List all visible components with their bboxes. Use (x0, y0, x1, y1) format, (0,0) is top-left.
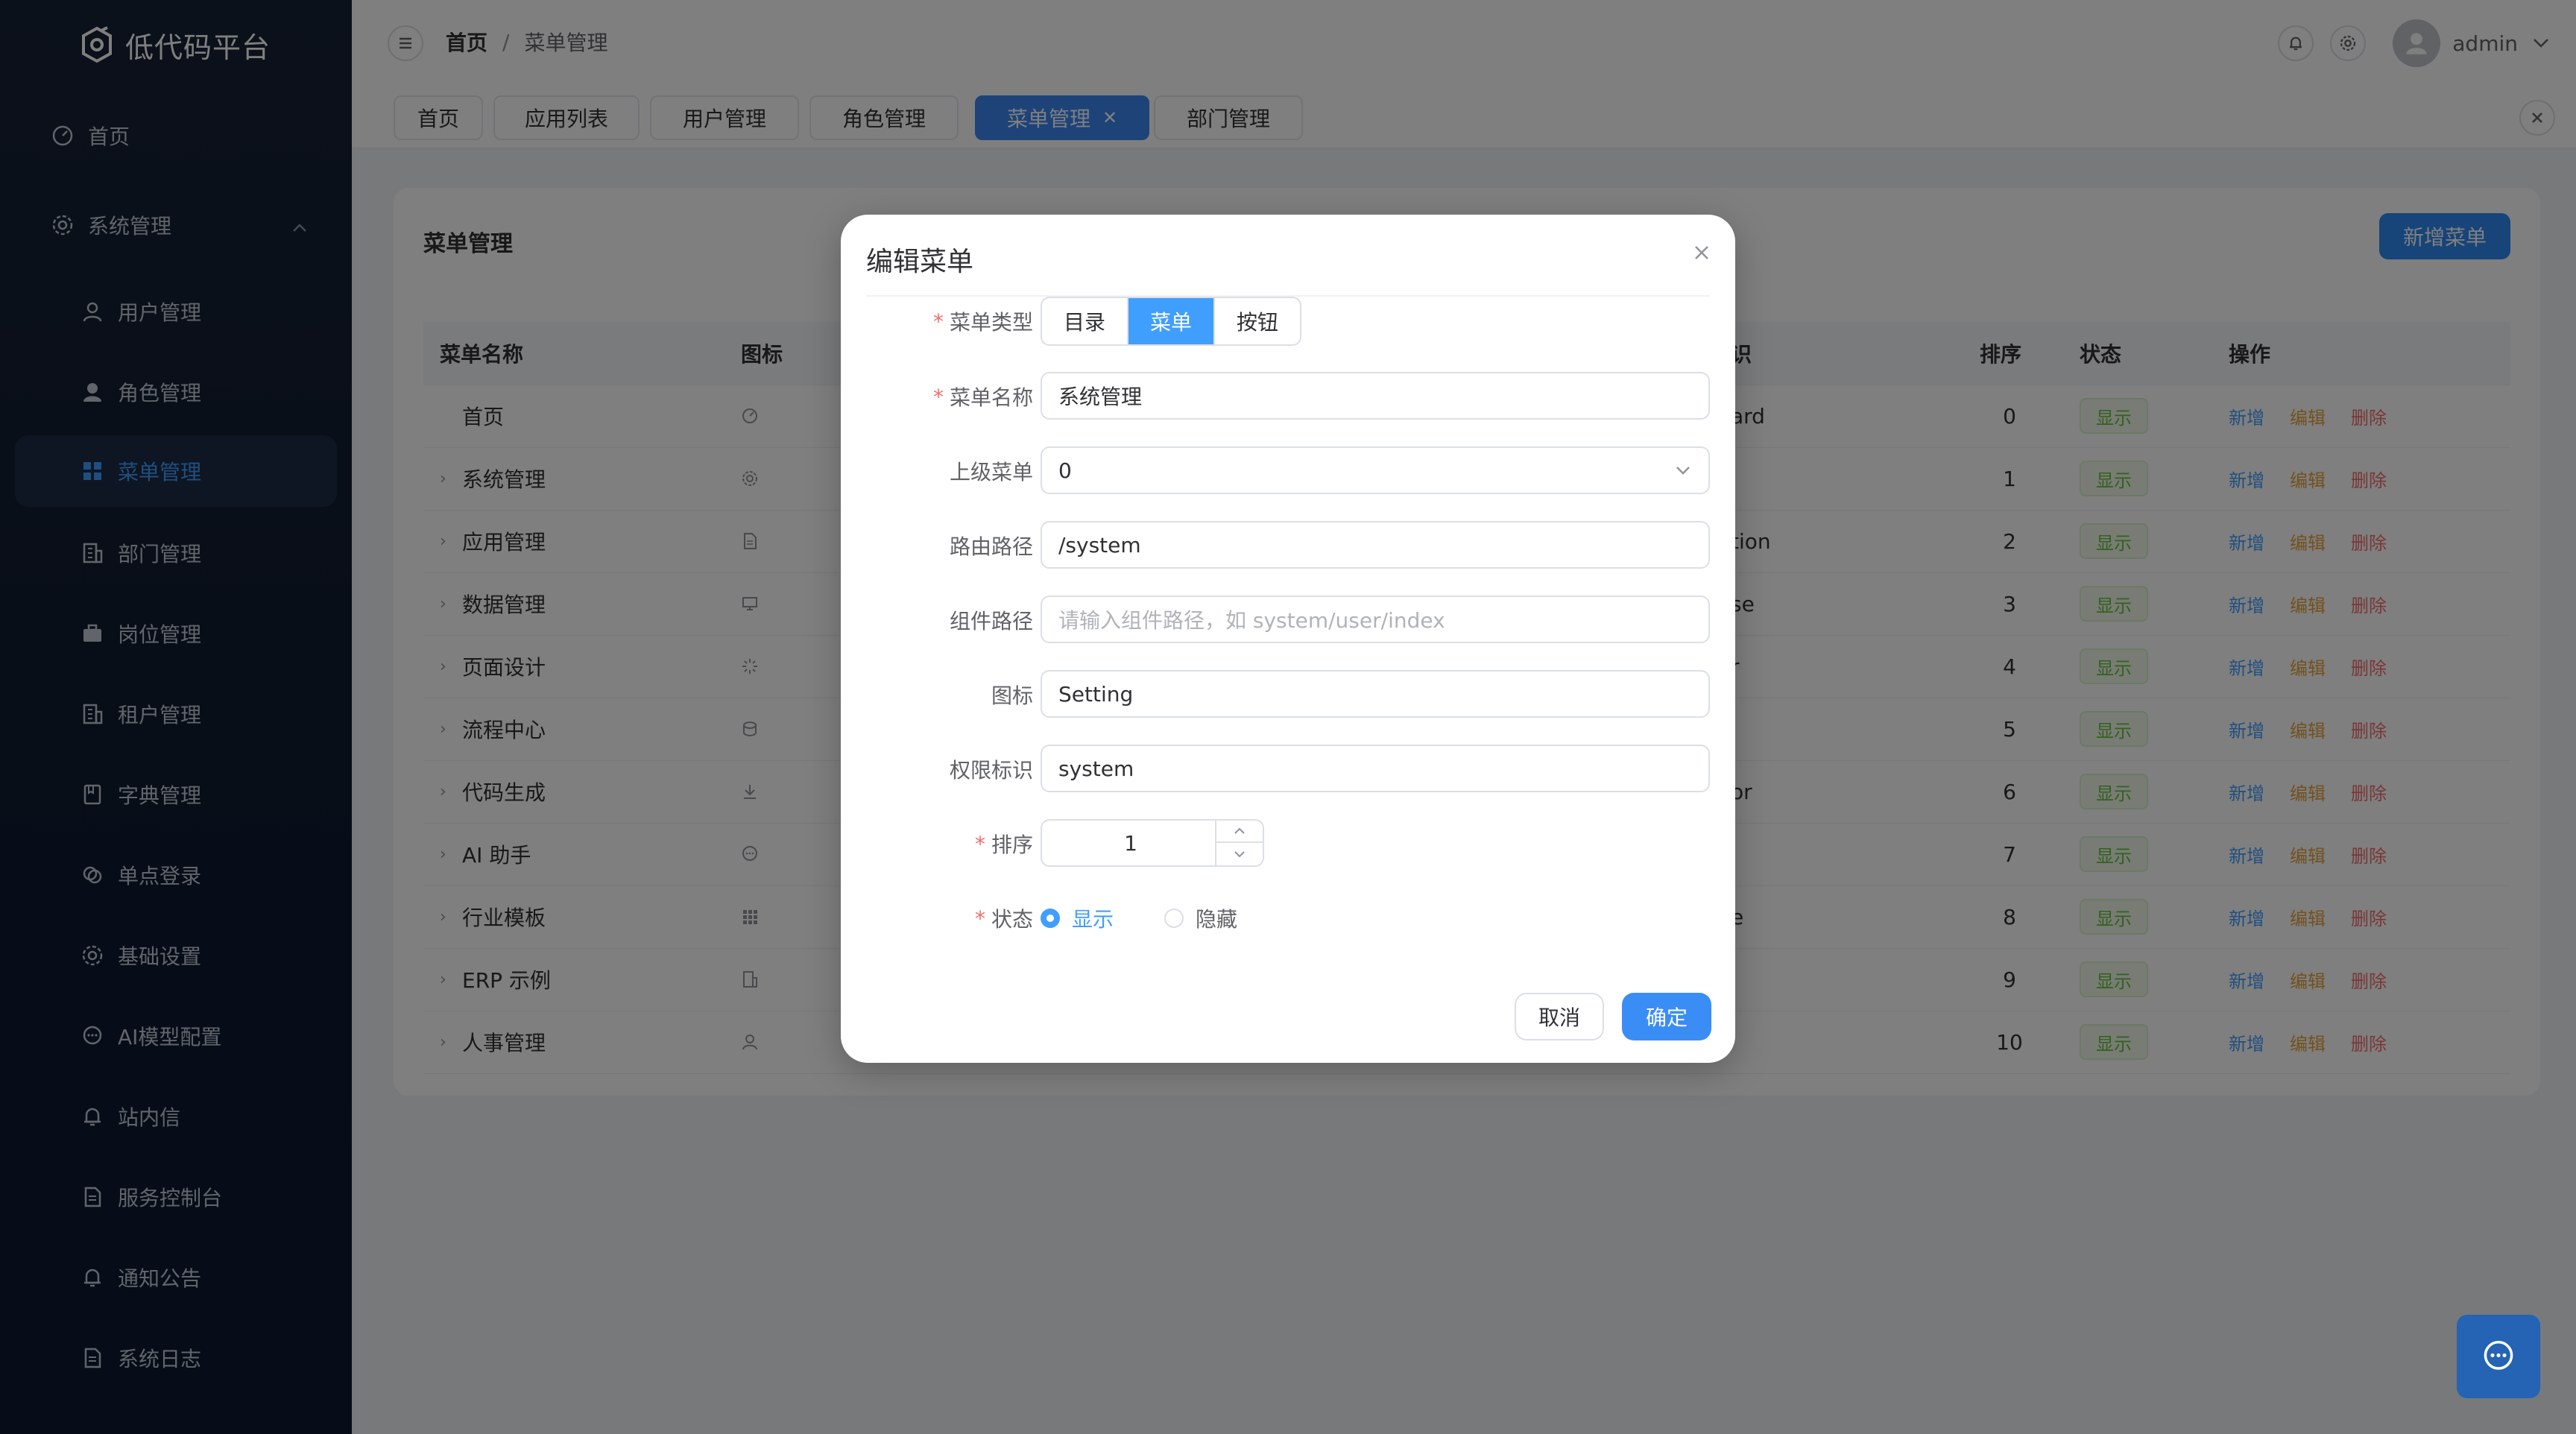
field-label-text: 菜单名称 (949, 385, 1033, 410)
field-menu-type: * 菜单类型 目录 菜单 按钮 (866, 297, 1710, 346)
field-label: 路由路径 (866, 521, 1033, 570)
chevron-down-icon (1234, 851, 1245, 858)
status-radio-hide[interactable]: 隐藏 (1164, 894, 1237, 943)
confirm-button[interactable]: 确定 (1622, 993, 1711, 1040)
dialog-close-button[interactable] (1693, 237, 1710, 268)
menu-type-option-button[interactable]: 按钮 (1215, 298, 1300, 344)
field-icon: 图标 Setting (866, 670, 1710, 719)
field-label-text: 图标 (991, 683, 1033, 708)
field-label: 权限标识 (866, 745, 1033, 794)
chat-assistant-button[interactable] (2457, 1315, 2540, 1398)
field-label-text: 权限标识 (949, 758, 1033, 783)
field-label-text: 上级菜单 (949, 460, 1033, 484)
field-component-path: 组件路径 请输入组件路径，如 system/user/index (866, 596, 1710, 645)
increment-button[interactable] (1216, 821, 1263, 843)
menu-type-segmented: 目录 菜单 按钮 (1041, 297, 1301, 346)
required-mark: * (974, 906, 985, 931)
radio-label: 隐藏 (1196, 907, 1238, 932)
field-status: * 状态 显示 隐藏 (866, 894, 1710, 943)
chevron-up-icon (1234, 827, 1245, 834)
radio-dot (1164, 909, 1184, 928)
field-label-text: 组件路径 (949, 609, 1033, 634)
field-label: 组件路径 (866, 596, 1033, 645)
edit-menu-dialog: 编辑菜单 * 菜单类型 目录 菜单 按钮 * 菜单名称 系统管理 上级菜单 0 路由… (841, 215, 1735, 1063)
field-label-text: 菜单类型 (949, 310, 1033, 335)
stepper-arrows (1215, 821, 1263, 865)
menu-name-input[interactable]: 系统管理 (1041, 372, 1710, 420)
decrement-button[interactable] (1216, 843, 1263, 865)
field-label: 上级菜单 (866, 446, 1033, 496)
component-path-input[interactable]: 请输入组件路径，如 system/user/index (1041, 596, 1710, 643)
field-menu-name: * 菜单名称 系统管理 (866, 372, 1710, 421)
required-mark: * (932, 309, 944, 334)
order-stepper: 1 (1041, 819, 1264, 867)
route-path-input[interactable]: /system (1041, 521, 1710, 569)
field-parent-menu: 上级菜单 0 (866, 446, 1710, 496)
field-label-text: 排序 (991, 833, 1033, 857)
parent-menu-select[interactable]: 0 (1041, 446, 1710, 494)
field-label: 图标 (866, 670, 1033, 719)
field-label: * 菜单类型 (866, 297, 1033, 346)
field-label: * 菜单名称 (866, 372, 1033, 421)
dialog-title: 编辑菜单 (866, 247, 974, 277)
field-permission: 权限标识 system (866, 745, 1710, 794)
radio-label: 显示 (1072, 907, 1114, 932)
parent-menu-value: 0 (1058, 458, 1072, 483)
status-radio-show[interactable]: 显示 (1041, 894, 1114, 943)
field-label: * 排序 (866, 819, 1033, 868)
order-value-input[interactable]: 1 (1042, 821, 1219, 865)
cancel-button[interactable]: 取消 (1515, 993, 1604, 1040)
menu-type-option-directory[interactable]: 目录 (1042, 298, 1128, 344)
icon-input[interactable]: Setting (1041, 670, 1710, 718)
required-mark: * (932, 384, 944, 409)
chat-icon (2484, 1341, 2513, 1370)
required-mark: * (974, 831, 985, 856)
field-label: * 状态 (866, 894, 1033, 943)
field-label-text: 路由路径 (949, 534, 1033, 559)
field-order: * 排序 1 (866, 819, 1710, 868)
field-route-path: 路由路径 /system (866, 521, 1710, 570)
field-label-text: 状态 (991, 907, 1033, 932)
close-icon (1695, 246, 1708, 259)
chevron-down-icon (1676, 467, 1690, 475)
menu-type-option-menu[interactable]: 菜单 (1128, 298, 1215, 344)
permission-input[interactable]: system (1041, 745, 1710, 792)
radio-dot (1041, 909, 1060, 928)
